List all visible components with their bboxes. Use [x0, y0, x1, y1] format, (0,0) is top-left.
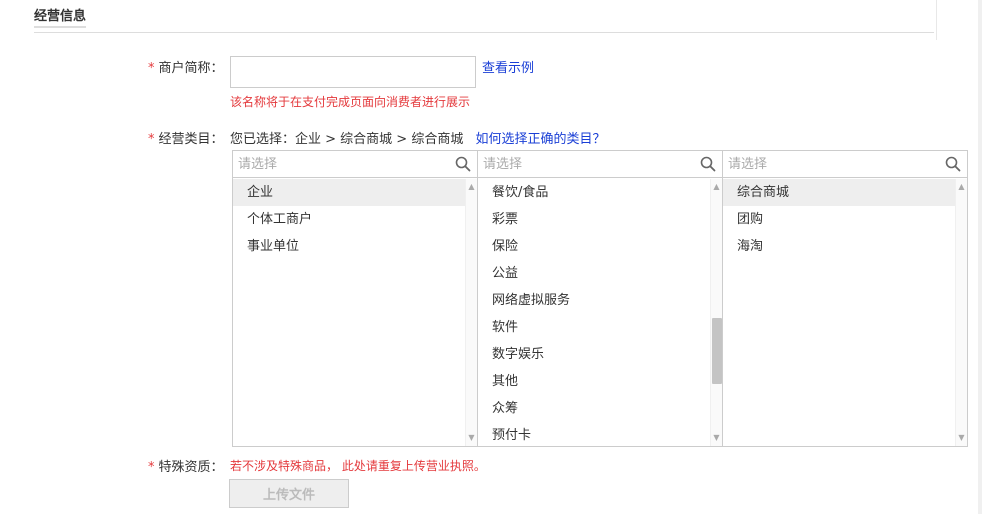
merchant-name-label: * 商户简称：: [148, 57, 224, 76]
scrollbar-thumb[interactable]: [712, 317, 722, 384]
special-qualification-note: 若不涉及特殊商品， 此处请重复上传营业执照。: [230, 459, 486, 473]
list-item[interactable]: 网络虚拟服务: [478, 287, 710, 314]
list-item[interactable]: 个体工商户: [233, 206, 465, 233]
column-scrollbar[interactable]: ▲ ▼: [465, 179, 477, 446]
list-item[interactable]: 保险: [478, 233, 710, 260]
scroll-up-arrow-icon[interactable]: ▲: [711, 181, 722, 193]
column-search-box: [478, 151, 722, 178]
search-icon[interactable]: [455, 156, 471, 172]
vertical-divider: [936, 0, 937, 40]
selected-path-text: 您已选择：企业 > 综合商城 > 综合商城: [230, 132, 464, 147]
special-qualification-label-text: 特殊资质：: [158, 460, 224, 475]
required-mark: *: [148, 61, 155, 76]
page-scrollbar-track[interactable]: [978, 0, 982, 514]
category-selection-summary: 您已选择：企业 > 综合商城 > 综合商城 如何选择正确的类目？: [230, 128, 605, 147]
list-item[interactable]: 其他: [478, 368, 710, 395]
section-title: 经营信息: [34, 9, 87, 24]
category-help-link[interactable]: 如何选择正确的类目？: [475, 132, 605, 147]
column-search-input[interactable]: [478, 151, 722, 177]
column-search-input[interactable]: [233, 151, 477, 177]
scroll-up-arrow-icon[interactable]: ▲: [466, 181, 477, 193]
merchant-name-label-text: 商户简称：: [158, 61, 224, 76]
column-search-box: [233, 151, 477, 178]
search-icon[interactable]: [700, 156, 716, 172]
column-scrollbar[interactable]: ▲ ▼: [955, 179, 967, 446]
merchant-name-hint: 该名称将于在支付完成页面向消费者进行展示: [230, 95, 471, 109]
category-column-2: 餐饮/食品 彩票 保险 公益 网络虚拟服务 软件 数字娱乐 其他 众筹 预付卡 …: [477, 150, 723, 447]
merchant-name-input[interactable]: [230, 56, 476, 88]
upload-file-button[interactable]: 上传文件: [229, 479, 349, 508]
column-list: 综合商城 团购 海淘: [723, 179, 955, 446]
category-column-1: 企业 个体工商户 事业单位 ▲ ▼: [232, 150, 478, 447]
special-qualification-label: * 特殊资质：: [148, 456, 224, 475]
section-title-underline: [34, 26, 86, 28]
list-item[interactable]: 彩票: [478, 206, 710, 233]
category-label: * 经营类目：: [148, 128, 224, 147]
view-example-link[interactable]: 查看示例: [482, 57, 534, 76]
required-mark: *: [148, 460, 155, 475]
column-scrollbar[interactable]: ▲ ▼: [710, 179, 722, 446]
column-search-box: [723, 151, 967, 178]
search-icon[interactable]: [945, 156, 961, 172]
scroll-up-arrow-icon[interactable]: ▲: [956, 181, 967, 193]
category-label-text: 经营类目：: [158, 132, 224, 147]
list-item[interactable]: 事业单位: [233, 233, 465, 260]
list-item[interactable]: 预付卡: [478, 422, 710, 446]
list-item[interactable]: 软件: [478, 314, 710, 341]
list-item[interactable]: 团购: [723, 206, 955, 233]
column-list: 餐饮/食品 彩票 保险 公益 网络虚拟服务 软件 数字娱乐 其他 众筹 预付卡: [478, 179, 710, 446]
column-list: 企业 个体工商户 事业单位: [233, 179, 465, 446]
required-mark: *: [148, 132, 155, 147]
list-item[interactable]: 众筹: [478, 395, 710, 422]
scroll-down-arrow-icon[interactable]: ▼: [956, 432, 967, 444]
list-item[interactable]: 餐饮/食品: [478, 179, 710, 206]
scroll-down-arrow-icon[interactable]: ▼: [466, 432, 477, 444]
list-item[interactable]: 企业: [233, 179, 465, 206]
category-column-3: 综合商城 团购 海淘 ▲ ▼: [722, 150, 968, 447]
section-divider: [34, 32, 934, 33]
scroll-down-arrow-icon[interactable]: ▼: [711, 432, 722, 444]
column-search-input[interactable]: [723, 151, 967, 177]
list-item[interactable]: 海淘: [723, 233, 955, 260]
list-item[interactable]: 数字娱乐: [478, 341, 710, 368]
list-item[interactable]: 综合商城: [723, 179, 955, 206]
list-item[interactable]: 公益: [478, 260, 710, 287]
